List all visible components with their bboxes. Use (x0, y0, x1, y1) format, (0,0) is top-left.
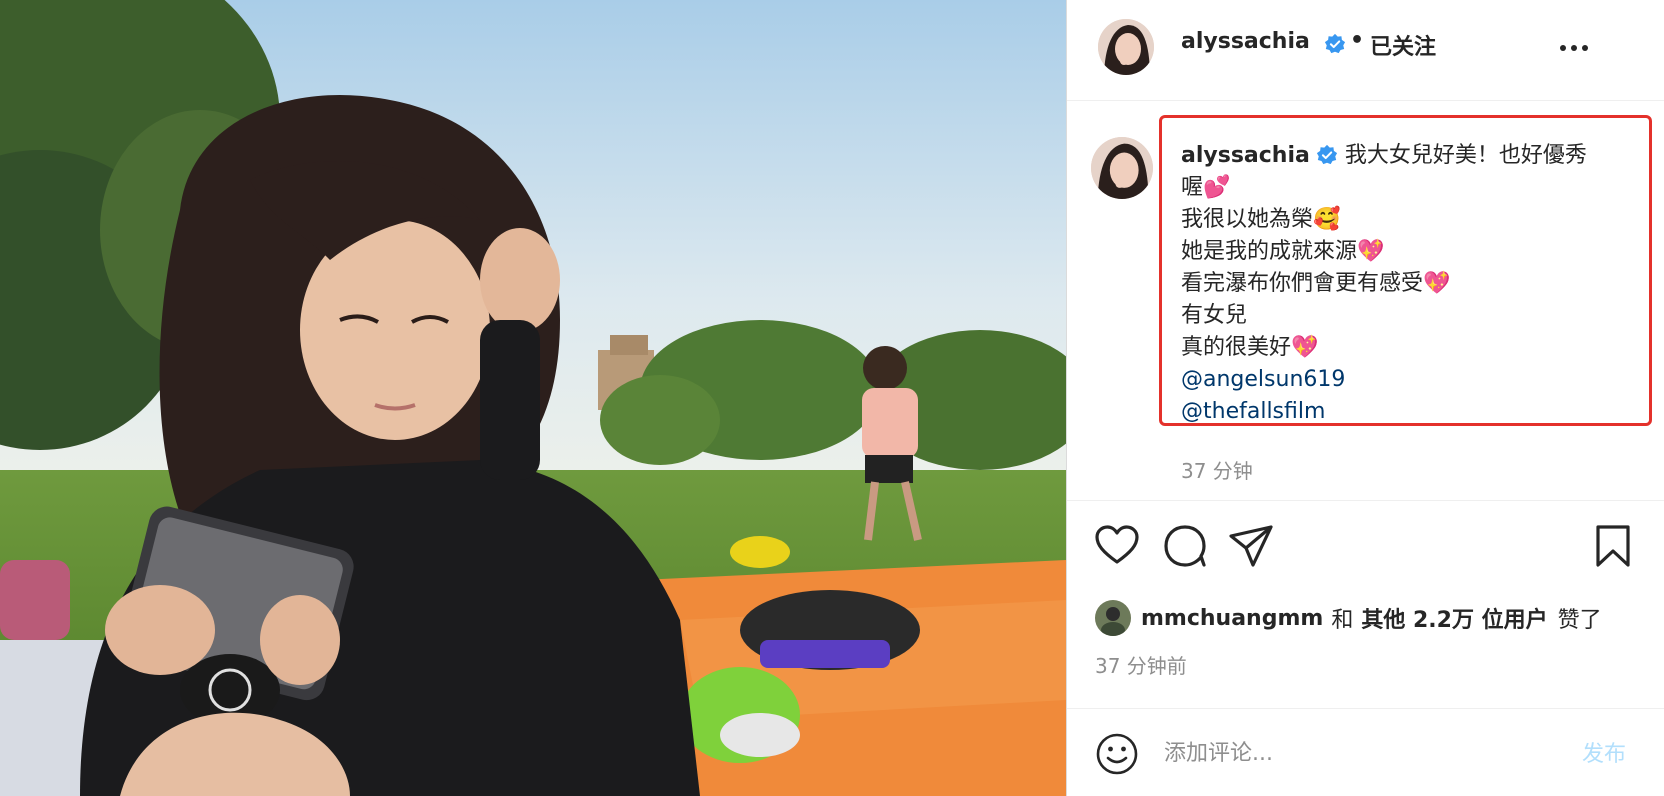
caption-text: alyssachia 我大女兒好美！也好優秀 喔💕 我很以她為榮🥰 她是我的成就… (1181, 140, 1646, 428)
post-header: alyssachia • 已关注 (1067, 0, 1664, 101)
post-comment-button[interactable]: 发布 (1582, 736, 1626, 768)
likes-and: 和 (1331, 608, 1354, 633)
caption-first-line: alyssachia 我大女兒好美！也好優秀 (1181, 140, 1646, 172)
caption-line-2: 喔💕 (1181, 175, 1231, 200)
comment-input[interactable] (1162, 734, 1546, 772)
action-bar (1067, 500, 1664, 567)
comment-bar: 发布 (1067, 710, 1664, 796)
post-side-panel: alyssachia • 已关注 alyssachia 我大女兒好美！也好優秀 … (1066, 0, 1664, 796)
caption-username[interactable]: alyssachia (1181, 143, 1310, 168)
liker-avatar[interactable] (1095, 600, 1131, 636)
more-dot (1571, 45, 1577, 51)
smile-icon[interactable] (1095, 732, 1139, 776)
post-photo[interactable] (0, 0, 1066, 796)
likes-summary: mmchuangmm 和 其他 2.2万 位用户 赞了 (1095, 600, 1602, 636)
caption-line-3: 我很以她為榮🥰 (1181, 207, 1341, 232)
likes-others-count[interactable]: 其他 2.2万 位用户 (1361, 602, 1547, 634)
avatar-image (1091, 137, 1153, 199)
avatar-image (1095, 600, 1131, 636)
bookmark-icon[interactable] (1589, 522, 1637, 570)
liker-username[interactable]: mmchuangmm (1141, 606, 1323, 631)
caption-line-5: 看完瀑布你們會更有感受💖 (1181, 271, 1451, 296)
mention-link-thefallsfilm[interactable]: @thefallsfilm (1181, 396, 1646, 428)
header-username[interactable]: alyssachia (1181, 29, 1310, 54)
follow-status-button[interactable]: 已关注 (1370, 29, 1436, 61)
caption-line-6: 有女兒 (1181, 303, 1248, 328)
more-horizontal-icon[interactable] (1560, 38, 1600, 58)
caption-line-4: 她是我的成就來源💖 (1181, 239, 1385, 264)
caption-line-1: 我大女兒好美！也好優秀 (1344, 143, 1587, 168)
instagram-post: alyssachia • 已关注 alyssachia 我大女兒好美！也好優秀 … (0, 0, 1664, 796)
likes-suffix: 赞了 (1557, 608, 1602, 633)
mention-link-angelsun619[interactable]: @angelsun619 (1181, 364, 1646, 396)
header-separator: • (1350, 28, 1365, 53)
verified-badge-icon (1316, 144, 1337, 165)
header-avatar[interactable] (1098, 19, 1154, 75)
heart-icon[interactable] (1093, 522, 1141, 570)
caption-timestamp[interactable]: 37 分钟 (1181, 455, 1253, 484)
more-dot (1560, 45, 1566, 51)
more-dot (1582, 45, 1588, 51)
comment-icon[interactable] (1161, 522, 1209, 570)
post-timestamp[interactable]: 37 分钟前 (1095, 650, 1187, 679)
caption-line-7: 真的很美好💖 (1181, 335, 1319, 360)
divider (1067, 708, 1664, 709)
caption-avatar[interactable] (1091, 137, 1153, 199)
send-icon[interactable] (1227, 522, 1275, 570)
avatar-image (1098, 19, 1154, 75)
verified-badge-icon (1324, 33, 1346, 54)
post-photo-illustration (0, 0, 1066, 796)
